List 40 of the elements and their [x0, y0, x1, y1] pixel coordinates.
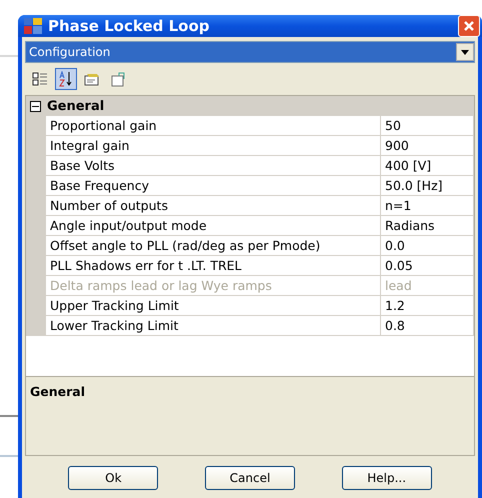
property-name: Offset angle to PLL (rad/deg as per Pmode) [46, 236, 381, 256]
property-value[interactable]: Radians [381, 216, 474, 236]
property-name: Upper Tracking Limit [46, 296, 381, 316]
toolbar-button[interactable] [55, 68, 77, 90]
sort-icon [58, 71, 74, 87]
property-value[interactable]: 50.0 [Hz] [381, 176, 474, 196]
dialog-button[interactable]: Cancel [204, 466, 295, 490]
window-title: Phase Locked Loop [48, 17, 210, 35]
collapse-toggle[interactable] [30, 100, 41, 112]
property-name: Proportional gain [46, 116, 381, 136]
page-icon [110, 71, 126, 87]
property-name: Base Volts [46, 156, 381, 176]
property-value[interactable]: 400 [V] [381, 156, 474, 176]
close-button[interactable] [458, 15, 480, 37]
property-value[interactable]: 1.2 [381, 296, 474, 316]
property-value[interactable]: 0.0 [381, 236, 474, 256]
close-icon [463, 20, 475, 32]
property-value[interactable]: n=1 [381, 196, 474, 216]
category-label: General [47, 98, 104, 114]
property-name: Base Frequency [46, 176, 381, 196]
object-dropdown[interactable]: Configuration [25, 41, 475, 63]
property-name: Integral gain [46, 136, 381, 156]
property-name: Delta ramps lead or lag Wye ramps [46, 276, 381, 296]
categorized-icon [32, 71, 48, 87]
properties-icon [84, 71, 100, 87]
app-icon [24, 18, 42, 34]
property-value[interactable]: 50 [381, 116, 474, 136]
category-header[interactable]: General [26, 96, 474, 116]
property-name: Lower Tracking Limit [46, 316, 381, 336]
dialog-button[interactable]: Ok [68, 466, 158, 490]
property-name: PLL Shadows err for t .LT. TREL [46, 256, 381, 276]
property-value[interactable]: 900 [381, 136, 474, 156]
description-title: General [30, 384, 85, 399]
property-value[interactable]: 0.05 [381, 256, 474, 276]
property-name: Angle input/output mode [46, 216, 381, 236]
dropdown-arrow-button[interactable] [456, 43, 474, 61]
property-value[interactable]: 0.8 [381, 316, 474, 336]
property-name: Number of outputs [46, 196, 381, 216]
dialog-button[interactable]: Help... [342, 466, 432, 490]
caret-icon [461, 50, 469, 54]
